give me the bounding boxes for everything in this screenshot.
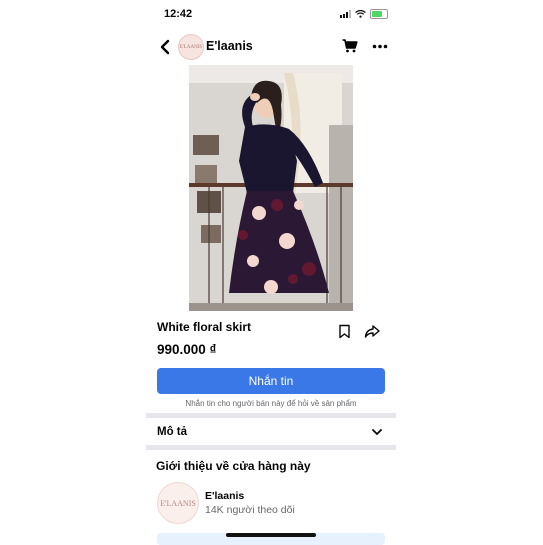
chevron-down-icon[interactable]	[371, 427, 383, 437]
message-button[interactable]: Nhắn tin	[157, 368, 385, 394]
back-icon[interactable]	[158, 38, 174, 56]
message-button-label: Nhắn tin	[248, 374, 294, 388]
product-price: 990.000 ₫	[157, 342, 217, 357]
product-title: White floral skirt	[157, 320, 252, 334]
follower-count: 14K người theo dõi	[205, 504, 295, 516]
about-store-name[interactable]: E'laanis	[205, 490, 244, 502]
status-icons	[340, 9, 388, 19]
section-divider	[146, 445, 396, 450]
header-store-name[interactable]: E'laanis	[206, 39, 253, 53]
store-logo[interactable]: E'LAANIS	[157, 482, 199, 524]
signal-icon	[340, 10, 351, 18]
product-photo-illustration	[189, 65, 353, 311]
status-time: 12:42	[164, 8, 193, 20]
product-image[interactable]	[189, 65, 353, 311]
battery-icon	[370, 9, 388, 19]
store-logo-text: E'LAANIS	[160, 498, 196, 508]
about-store-title: Giới thiệu về cửa hàng này	[156, 459, 311, 473]
share-icon[interactable]	[364, 324, 380, 339]
bookmark-icon[interactable]	[338, 324, 351, 339]
avatar-logo-text: E'LAANIS	[179, 44, 203, 50]
description-label[interactable]: Mô tả	[157, 426, 187, 438]
section-divider	[146, 413, 396, 418]
store-avatar[interactable]: E'LAANIS	[178, 34, 204, 60]
cart-icon[interactable]	[342, 39, 358, 53]
wifi-icon	[355, 10, 366, 18]
more-icon[interactable]	[372, 44, 388, 49]
message-hint: Nhắn tin cho người bán này để hỏi về sản…	[185, 399, 357, 408]
home-indicator	[226, 533, 316, 537]
